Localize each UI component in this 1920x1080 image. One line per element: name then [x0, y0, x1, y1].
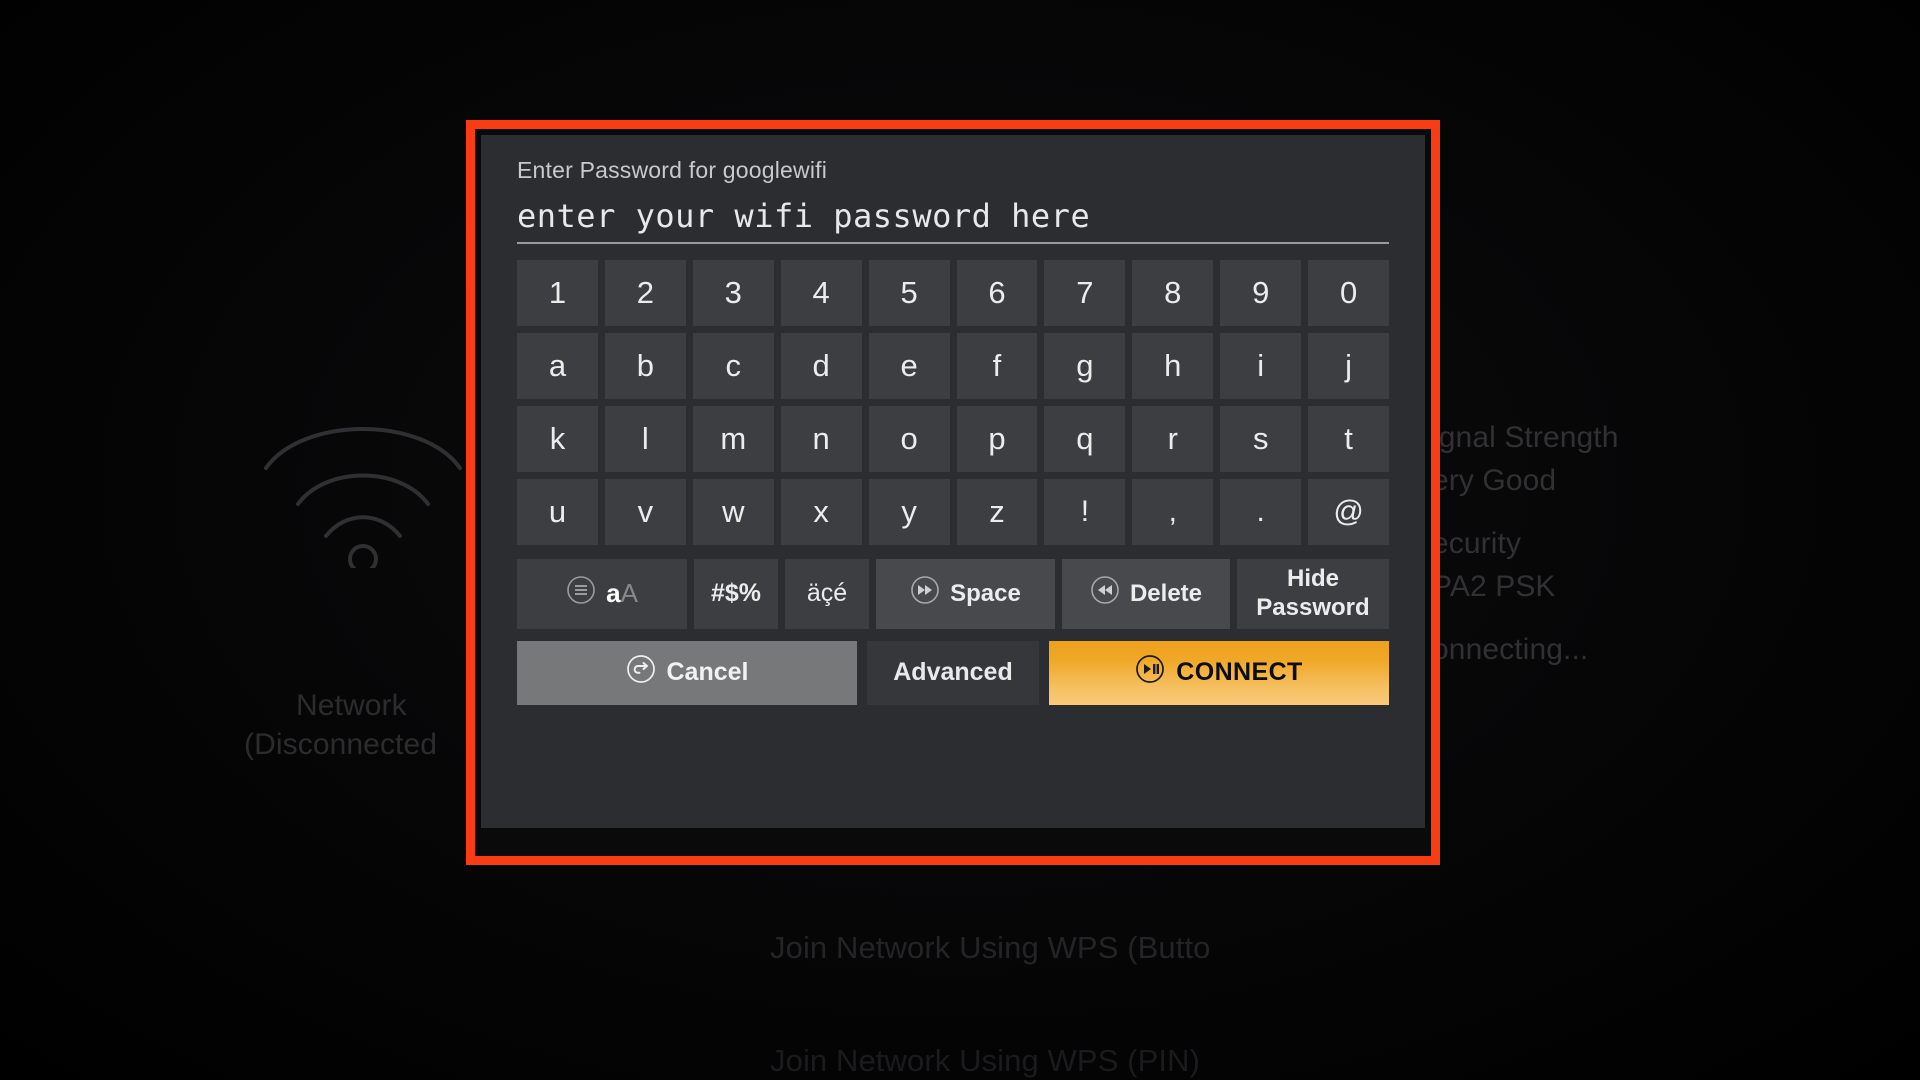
password-dialog: Enter Password for googlewifi enter your… — [481, 135, 1425, 850]
background-network-name: Network — [296, 689, 407, 722]
key-j[interactable]: j — [1308, 332, 1390, 399]
background-security-label: ecurity — [1432, 527, 1522, 560]
key-3[interactable]: 3 — [692, 259, 774, 326]
play-pause-circle-icon — [1135, 654, 1165, 691]
case-toggle-lower: a — [606, 578, 621, 609]
key-p[interactable]: p — [956, 405, 1038, 472]
key-0[interactable]: 0 — [1308, 259, 1390, 326]
hide-password-line2: Password — [1256, 593, 1370, 621]
key-7[interactable]: 7 — [1044, 259, 1126, 326]
dialog-action-row: Cancel Advanced CONNECT — [517, 640, 1389, 705]
key-delete[interactable]: Delete — [1062, 558, 1230, 629]
keyboard-row-numbers: 1 2 3 4 5 6 7 8 9 0 — [517, 259, 1390, 326]
key-w[interactable]: w — [692, 478, 774, 545]
key-g[interactable]: g — [1044, 332, 1126, 399]
key-4[interactable]: 4 — [780, 259, 862, 326]
key-b[interactable]: b — [604, 332, 686, 399]
key-symbols-toggle[interactable]: #$% — [694, 558, 778, 629]
keyboard-row-u-symbols: u v w x y z ! , . @ — [517, 478, 1390, 545]
background-wps-button-option[interactable]: Join Network Using WPS (Butto — [770, 930, 1211, 966]
key-6[interactable]: 6 — [956, 259, 1038, 326]
background-network-status: (Disconnected — [244, 728, 438, 761]
key-v[interactable]: v — [604, 478, 686, 545]
key-r[interactable]: r — [1132, 405, 1214, 472]
back-arrow-circle-icon — [626, 654, 656, 691]
key-c[interactable]: c — [692, 332, 774, 399]
key-8[interactable]: 8 — [1132, 259, 1214, 326]
key-1[interactable]: 1 — [517, 259, 598, 326]
key-case-toggle[interactable]: aA — [517, 558, 687, 629]
dialog-title: Enter Password for googlewifi — [517, 157, 828, 183]
fast-forward-circle-icon — [910, 575, 940, 612]
key-f[interactable]: f — [956, 332, 1038, 399]
menu-circle-icon — [566, 575, 596, 612]
background-wps-pin-option[interactable]: Join Network Using WPS (PIN) — [770, 1043, 1200, 1079]
key-2[interactable]: 2 — [604, 259, 686, 326]
background-signal-strength-label: ignal Strength — [1432, 421, 1619, 454]
key-q[interactable]: q — [1044, 405, 1126, 472]
advanced-button[interactable]: Advanced — [867, 640, 1039, 705]
background-security-value: PA2 PSK — [1432, 570, 1556, 603]
key-space-label: Space — [950, 579, 1021, 607]
key-a[interactable]: a — [517, 332, 598, 399]
key-t[interactable]: t — [1308, 405, 1390, 472]
key-d[interactable]: d — [780, 332, 862, 399]
key-period[interactable]: . — [1220, 478, 1302, 545]
cancel-button-label: Cancel — [666, 658, 749, 687]
key-i[interactable]: i — [1220, 332, 1302, 399]
rewind-circle-icon — [1090, 575, 1120, 612]
connect-button[interactable]: CONNECT — [1049, 640, 1389, 705]
key-at[interactable]: @ — [1308, 478, 1390, 545]
password-input[interactable]: enter your wifi password here — [517, 198, 1389, 244]
key-k[interactable]: k — [517, 405, 598, 472]
key-h[interactable]: h — [1132, 332, 1214, 399]
key-hide-password[interactable]: Hide Password — [1237, 558, 1389, 629]
key-y[interactable]: y — [868, 478, 950, 545]
key-space[interactable]: Space — [876, 558, 1055, 629]
key-comma[interactable]: , — [1132, 478, 1214, 545]
key-exclamation[interactable]: ! — [1044, 478, 1126, 545]
key-u[interactable]: u — [517, 478, 598, 545]
keyboard-row-k-t: k l m n o p q r s t — [517, 405, 1390, 472]
connect-button-label: CONNECT — [1176, 658, 1303, 687]
hide-password-line1: Hide — [1286, 565, 1339, 593]
key-x[interactable]: x — [780, 478, 862, 545]
key-e[interactable]: e — [868, 332, 950, 399]
on-screen-keyboard: 1 2 3 4 5 6 7 8 9 0 a b c d e f g h i j … — [517, 259, 1390, 629]
password-input-value: enter your wifi password here — [517, 197, 1091, 235]
background-connecting-status: onnecting... — [1432, 633, 1589, 666]
key-m[interactable]: m — [692, 405, 774, 472]
key-9[interactable]: 9 — [1220, 259, 1302, 326]
key-accents-toggle[interactable]: äçé — [785, 558, 869, 629]
key-n[interactable]: n — [780, 405, 862, 472]
key-delete-label: Delete — [1129, 579, 1203, 607]
key-s[interactable]: s — [1220, 405, 1302, 472]
key-5[interactable]: 5 — [868, 259, 950, 326]
wifi-icon — [258, 408, 468, 574]
dialog-bottom-strip — [481, 828, 1425, 850]
key-o[interactable]: o — [868, 405, 950, 472]
background-signal-strength-value: ery Good — [1432, 464, 1557, 497]
key-l[interactable]: l — [604, 405, 686, 472]
cancel-button[interactable]: Cancel — [517, 640, 857, 705]
case-toggle-upper: A — [620, 578, 638, 609]
keyboard-row-a-j: a b c d e f g h i j — [517, 332, 1390, 399]
password-dialog-focus-highlight: Enter Password for googlewifi enter your… — [466, 120, 1440, 865]
key-z[interactable]: z — [956, 478, 1038, 545]
keyboard-function-row: aA #$% äçé Space Delete Hide Password — [517, 558, 1389, 629]
